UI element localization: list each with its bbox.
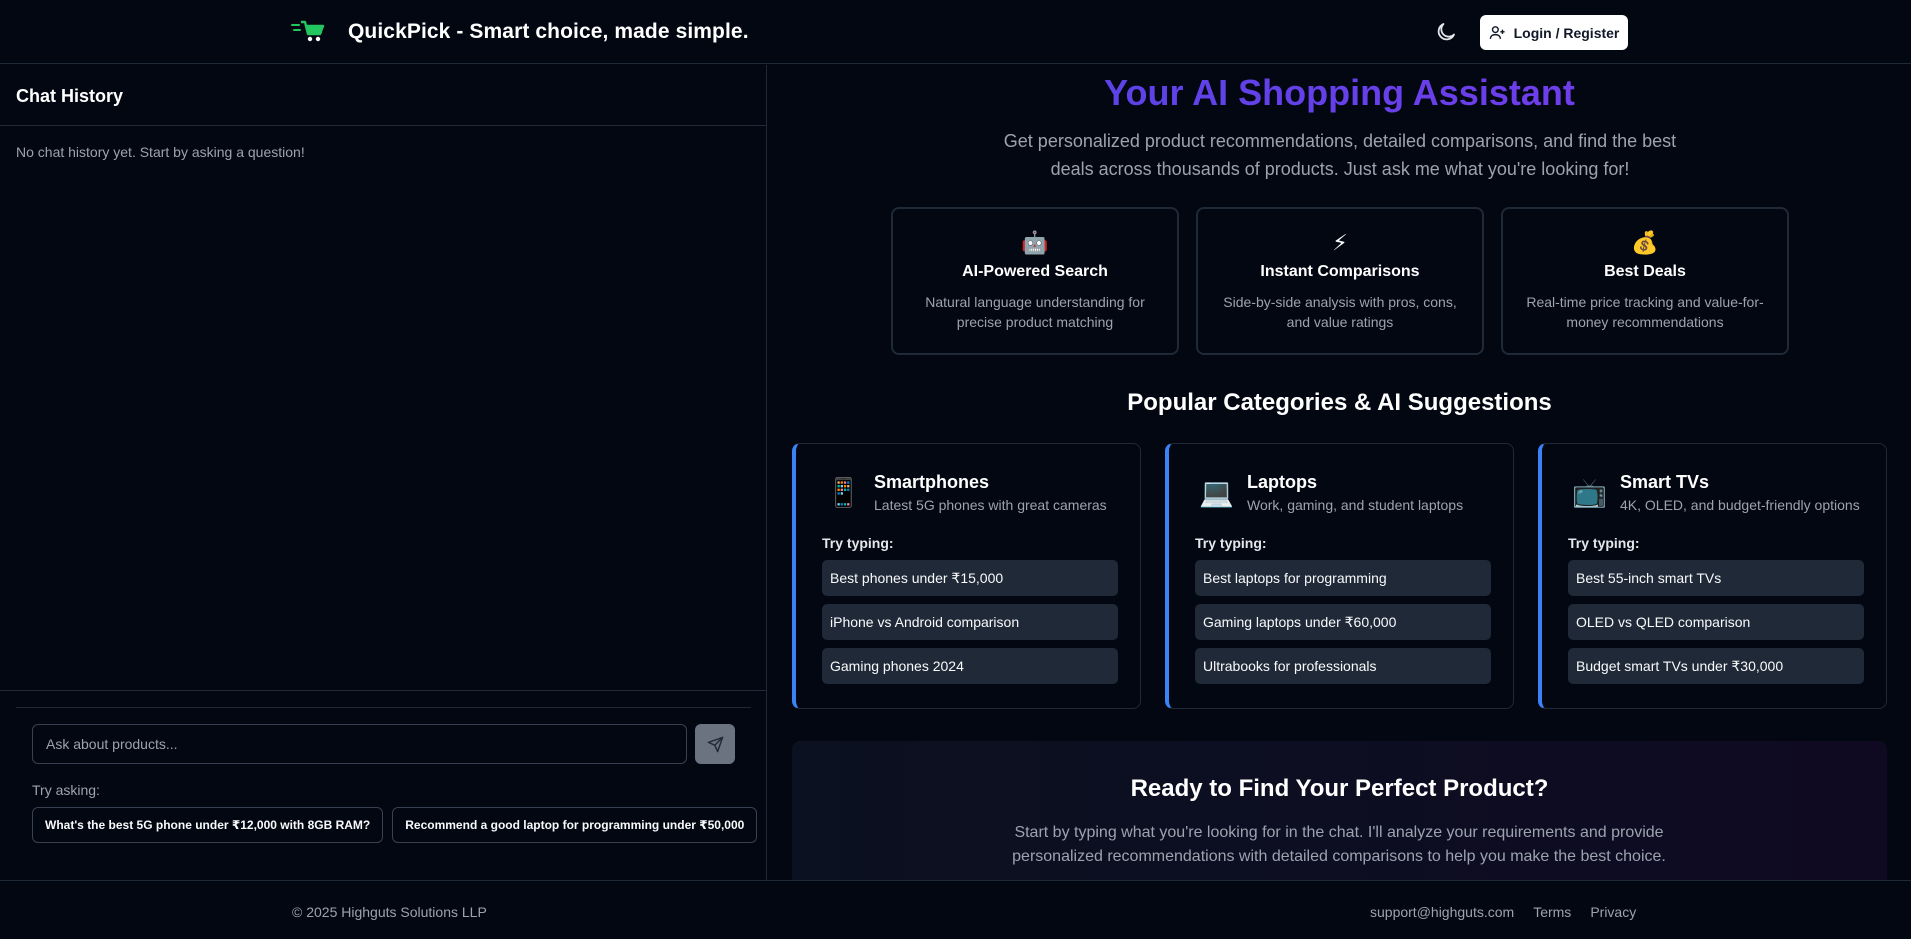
robot-icon: 🤖 xyxy=(1021,230,1049,255)
prompt-button[interactable]: Gaming phones 2024 xyxy=(822,648,1118,684)
privacy-link[interactable]: Privacy xyxy=(1590,904,1636,920)
feature-card-comparisons: ⚡ Instant Comparisons Side-by-side analy… xyxy=(1196,207,1484,355)
feature-card-deals: 💰 Best Deals Real-time price tracking an… xyxy=(1501,207,1789,355)
category-desc: Latest 5G phones with great cameras xyxy=(874,497,1107,513)
top-header: QuickPick - Smart choice, made simple. L… xyxy=(0,0,1911,64)
try-typing-label: Try typing: xyxy=(1195,535,1267,551)
try-typing-label: Try typing: xyxy=(822,535,894,551)
divider xyxy=(16,707,751,708)
category-list: 📱 Smartphones Latest 5G phones with grea… xyxy=(792,443,1887,709)
empty-history-text: No chat history yet. Start by asking a q… xyxy=(16,144,305,160)
category-card-smart-tvs: 📺 Smart TVs 4K, OLED, and budget-friendl… xyxy=(1538,443,1887,709)
cta-title: Ready to Find Your Perfect Product? xyxy=(1130,775,1549,802)
feature-title: AI-Powered Search xyxy=(962,263,1108,280)
terms-link[interactable]: Terms xyxy=(1533,904,1571,920)
tv-icon: 📺 xyxy=(1572,477,1607,508)
prompt-button[interactable]: OLED vs QLED comparison xyxy=(1568,604,1864,640)
suggestion-list: What's the best 5G phone under ₹12,000 w… xyxy=(32,807,758,843)
try-asking-label: Try asking: xyxy=(32,782,100,798)
prompt-list: Best laptops for programming Gaming lapt… xyxy=(1195,560,1491,684)
feature-list: 🤖 AI-Powered Search Natural language und… xyxy=(891,207,1789,355)
feature-desc: Real-time price tracking and value-for-m… xyxy=(1526,294,1764,330)
money-bag-icon: 💰 xyxy=(1631,230,1659,255)
footer: © 2025 Highguts Solutions LLP support@hi… xyxy=(0,880,1911,939)
category-name: Smartphones xyxy=(874,472,990,492)
category-desc: 4K, OLED, and budget-friendly options xyxy=(1620,497,1860,513)
copyright-text: © 2025 Highguts Solutions LLP xyxy=(292,904,487,920)
feature-title: Best Deals xyxy=(1604,263,1686,280)
category-name: Laptops xyxy=(1247,472,1317,492)
prompt-button[interactable]: Ultrabooks for professionals xyxy=(1195,648,1491,684)
prompt-button[interactable]: Best 55-inch smart TVs xyxy=(1568,560,1864,596)
send-icon xyxy=(707,736,723,752)
send-button[interactable] xyxy=(695,724,735,764)
moon-icon[interactable] xyxy=(1434,20,1458,44)
feature-title: Instant Comparisons xyxy=(1260,263,1420,280)
cta-panel: Ready to Find Your Perfect Product? Star… xyxy=(792,741,1887,880)
chat-input[interactable] xyxy=(32,724,687,764)
chat-history-title: Chat History xyxy=(16,86,124,106)
laptop-icon: 💻 xyxy=(1199,477,1234,508)
divider xyxy=(0,125,767,126)
lightning-icon: ⚡ xyxy=(1332,230,1348,255)
prompt-button[interactable]: Best laptops for programming xyxy=(1195,560,1491,596)
user-plus-icon xyxy=(1489,26,1505,39)
prompt-list: Best phones under ₹15,000 iPhone vs Andr… xyxy=(822,560,1118,684)
prompt-button[interactable]: Gaming laptops under ₹60,000 xyxy=(1195,604,1491,640)
cart-icon[interactable] xyxy=(290,18,326,44)
prompt-button[interactable]: iPhone vs Android comparison xyxy=(822,604,1118,640)
login-register-button[interactable]: Login / Register xyxy=(1480,15,1628,50)
hero-subtitle: Get personalized product recommendations… xyxy=(1003,131,1677,179)
category-desc: Work, gaming, and student laptops xyxy=(1247,497,1464,513)
try-typing-label: Try typing: xyxy=(1568,535,1640,551)
chat-sidebar: Chat History No chat history yet. Start … xyxy=(0,65,767,880)
feature-card-ai-search: 🤖 AI-Powered Search Natural language und… xyxy=(891,207,1179,355)
prompt-list: Best 55-inch smart TVs OLED vs QLED comp… xyxy=(1568,560,1864,684)
hero-title: Your AI Shopping Assistant xyxy=(768,72,1911,114)
feature-desc: Side-by-side analysis with pros, cons, a… xyxy=(1223,294,1457,330)
support-email-link[interactable]: support@highguts.com xyxy=(1370,904,1514,920)
divider xyxy=(0,690,767,691)
category-card-smartphones: 📱 Smartphones Latest 5G phones with grea… xyxy=(792,443,1141,709)
main-content: Your AI Shopping Assistant Get personali… xyxy=(768,65,1911,880)
footer-links: support@highguts.com Terms Privacy xyxy=(1370,904,1636,920)
cta-desc: Start by typing what you're looking for … xyxy=(1012,824,1666,865)
login-label: Login / Register xyxy=(1513,24,1620,41)
prompt-button[interactable]: Budget smart TVs under ₹30,000 xyxy=(1568,648,1864,684)
smartphone-icon: 📱 xyxy=(826,477,861,508)
feature-desc: Natural language understanding for preci… xyxy=(925,294,1145,330)
prompt-button[interactable]: Best phones under ₹15,000 xyxy=(822,560,1118,596)
category-name: Smart TVs xyxy=(1620,472,1710,492)
suggestion-chip[interactable]: What's the best 5G phone under ₹12,000 w… xyxy=(32,807,384,843)
brand-title[interactable]: QuickPick - Smart choice, made simple. xyxy=(348,20,749,44)
category-card-laptops: 💻 Laptops Work, gaming, and student lapt… xyxy=(1165,443,1514,709)
categories-heading: Popular Categories & AI Suggestions xyxy=(1127,389,1552,416)
suggestion-chip[interactable]: Recommend a good laptop for programming … xyxy=(392,807,758,843)
